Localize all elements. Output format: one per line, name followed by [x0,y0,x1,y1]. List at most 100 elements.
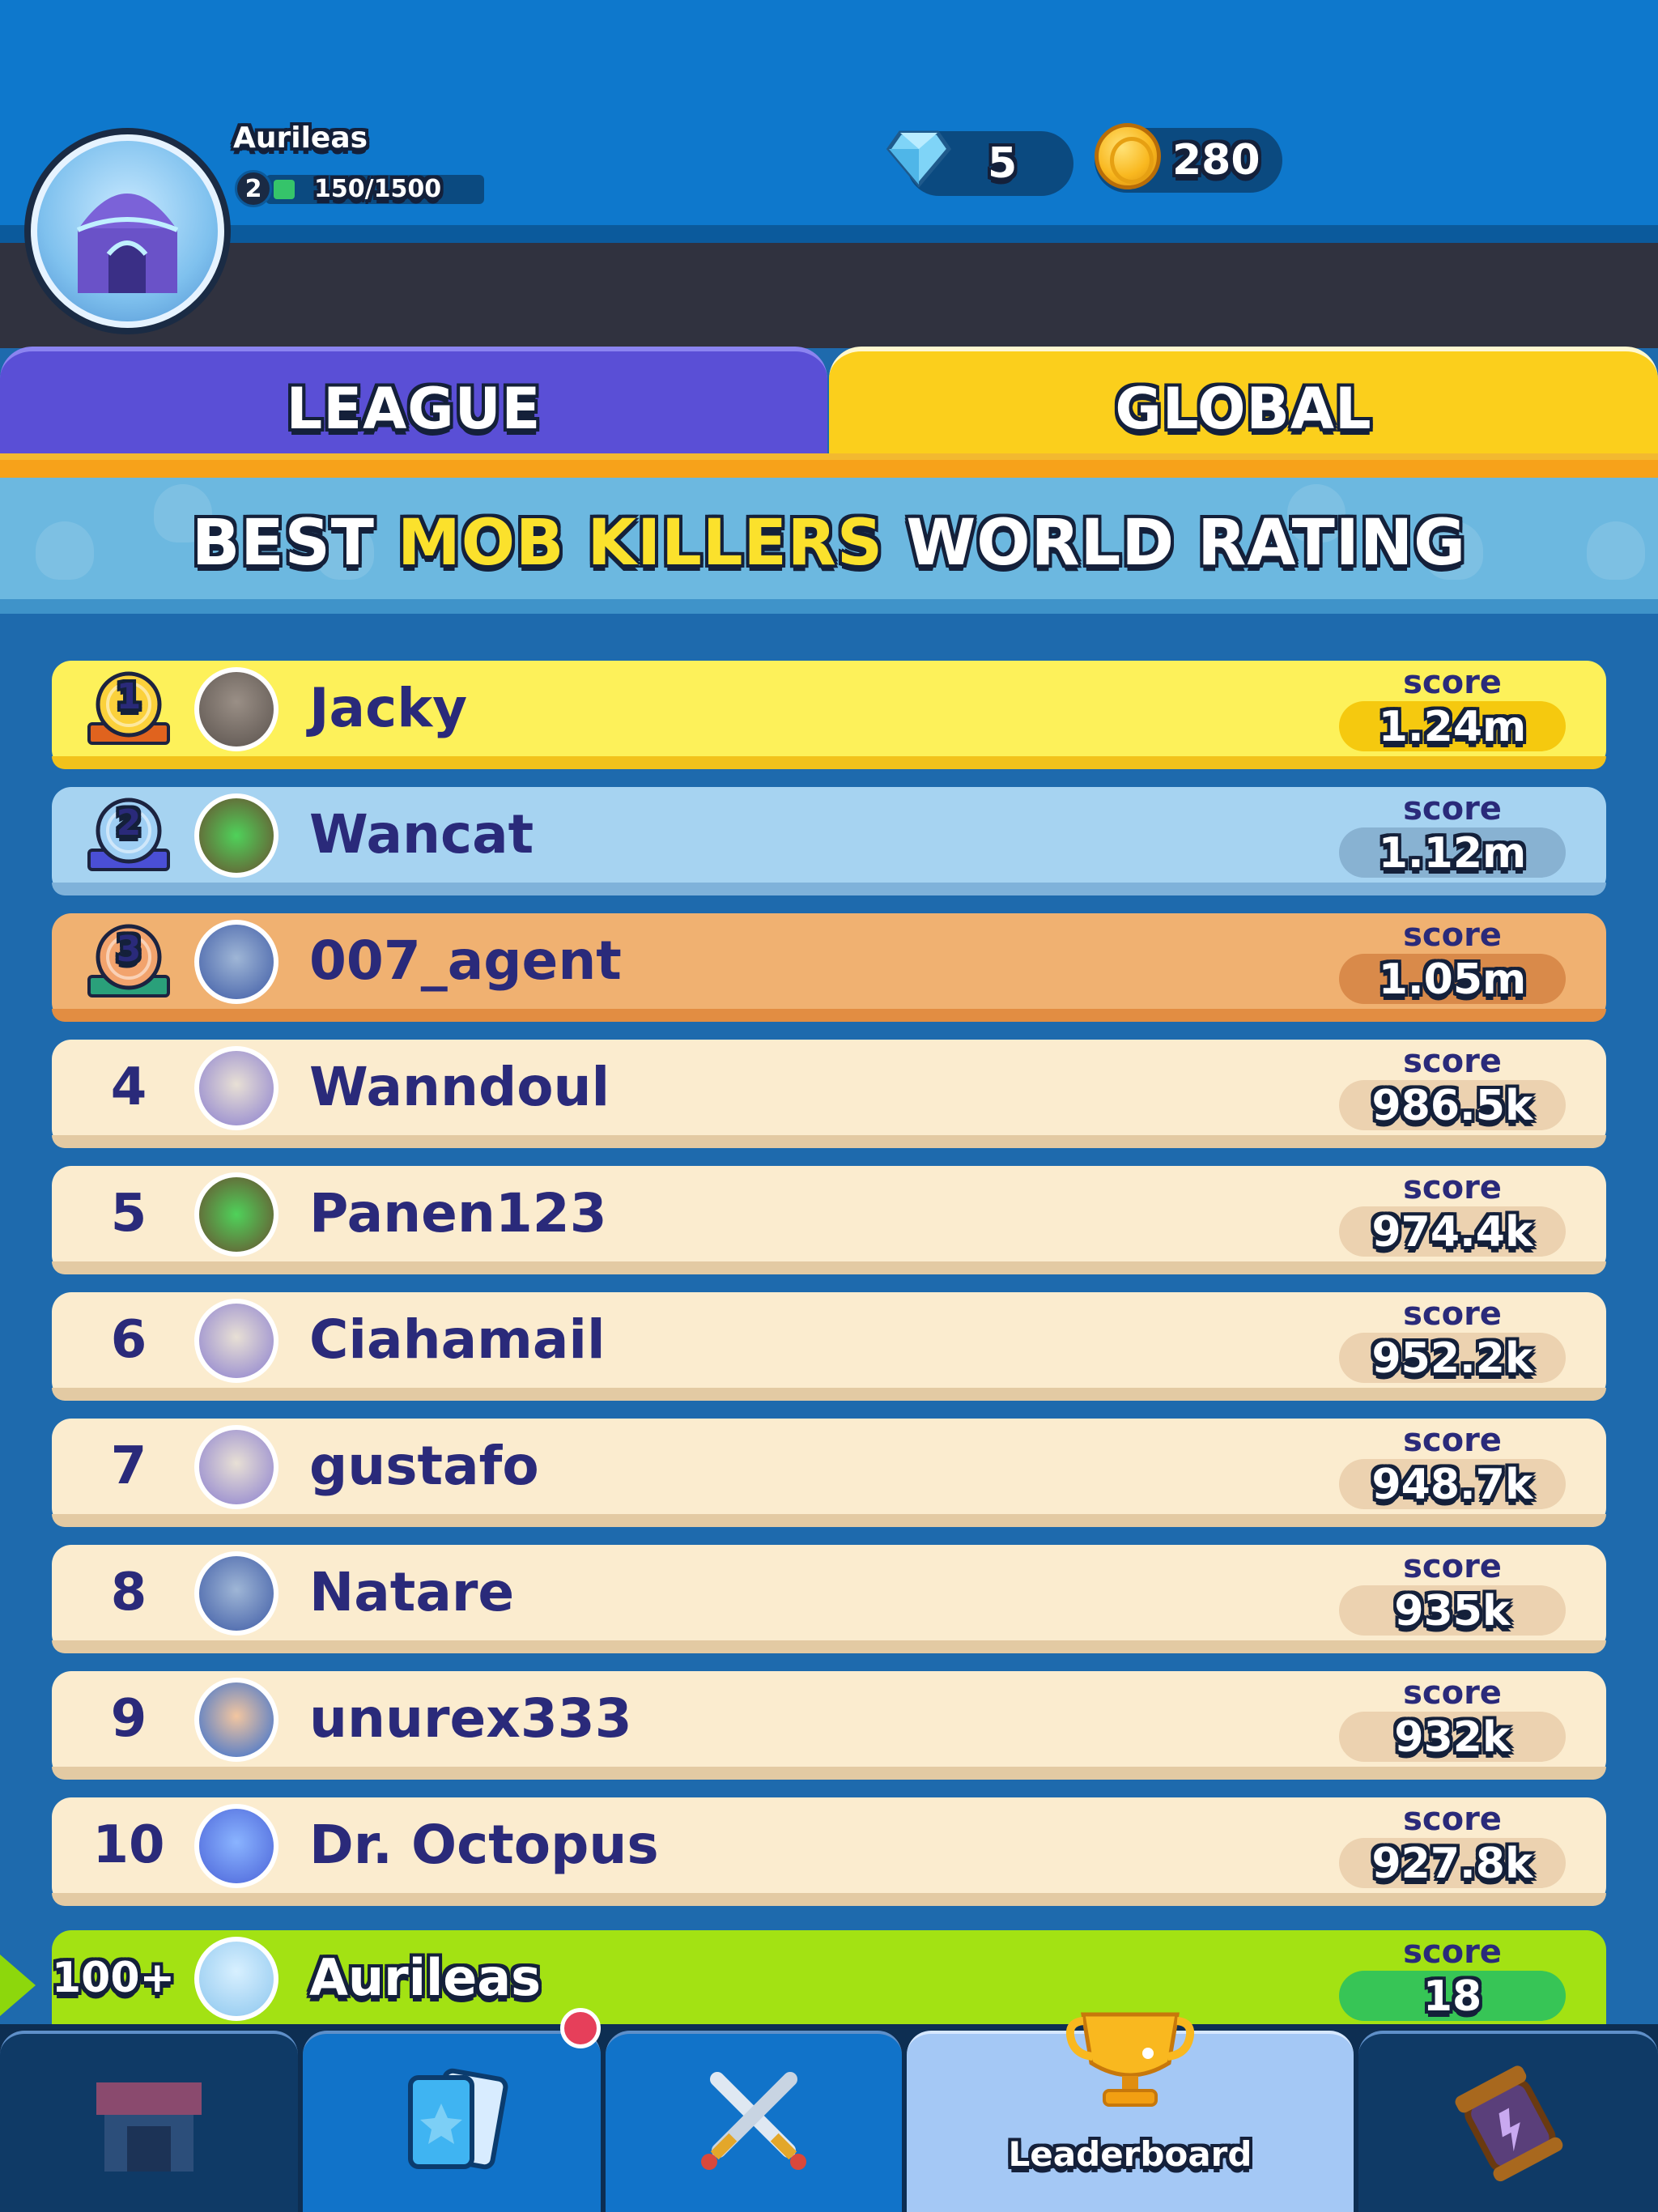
nav-chests[interactable] [1358,2031,1658,2212]
row-shadow [52,1640,1606,1653]
row-avatar [194,1804,278,1888]
player-avatar[interactable] [24,128,231,334]
row-player-name: Wancat [309,803,534,866]
leaderboard-row[interactable]: 7 gustafo score 948.7k [52,1419,1606,1527]
banner-divider [0,599,1658,614]
score-label: score [1403,664,1502,701]
score-label: score [1403,1422,1502,1459]
row-shadow [52,756,1606,769]
banner-title-highlight: MOB KILLERS [397,507,884,580]
current-player-name: Aurileas [309,1948,541,2007]
potion-jar-icon [1455,2065,1563,2182]
row-avatar [194,1172,278,1257]
leaderboard-row[interactable]: 2 Wancat score 1.12m [52,787,1606,895]
coin-count: 280 [1172,136,1261,185]
row-score: 1.24m [1378,703,1527,751]
score-label: score [1403,917,1502,954]
row-rank: 2 [116,802,142,844]
cards-icon [408,2068,508,2170]
score-pill: 986.5k [1339,1080,1566,1130]
score-pill: 932k [1339,1712,1566,1762]
score-pill: 1.12m [1339,827,1566,878]
score-pill: 948.7k [1339,1459,1566,1509]
row-avatar [194,1551,278,1636]
scientist-avatar-icon [199,1430,274,1504]
xp-text: 150/1500 [314,175,442,203]
row-rank: 4 [110,1057,147,1117]
score-label: score [1403,1169,1502,1206]
leaderboard-row[interactable]: 3 007_agent score 1.05m [52,913,1606,1022]
score-pill: 952.2k [1339,1333,1566,1383]
knight-avatar-icon [199,925,274,999]
coin-icon [1095,123,1161,189]
current-player-avatar [194,1937,278,2021]
current-player-row[interactable]: 100+ Aurileas score 18 [52,1930,1606,2039]
row-player-name: Jacky [309,677,468,739]
tab-league[interactable]: LEAGUE [0,347,827,465]
nav-battle[interactable] [606,2031,902,2212]
row-score: 1.12m [1378,829,1527,878]
crossed-swords-icon [701,2072,806,2170]
score-pill: 927.8k [1339,1838,1566,1888]
row-shadow [52,1388,1606,1401]
banner-title-part2: WORLD RATING [906,507,1467,580]
row-score: 986.5k [1371,1082,1533,1130]
tent-avatar-icon [199,1942,274,2016]
header-strip [0,225,1658,243]
chameleon-avatar-icon [199,1177,274,1252]
banner-title-part1: BEST [191,507,375,580]
octopus-avatar-icon [199,1809,274,1883]
tab-global[interactable]: GLOBAL [829,347,1658,465]
row-score: 974.4k [1371,1208,1533,1257]
score-label: score [1403,790,1502,827]
tab-league-label: LEAGUE [286,376,542,442]
row-score: 935k [1394,1587,1511,1636]
leaderboard-row[interactable]: 10 Dr. Octopus score 927.8k [52,1797,1606,1906]
leaderboard-row[interactable]: 5 Panen123 score 974.4k [52,1166,1606,1274]
nav-leaderboard-label: Leaderboard [1008,2134,1252,2174]
player-name: Aurileas [233,121,368,155]
banner-title: BEST MOB KILLERS WORLD RATING [0,507,1658,580]
tab-underline [0,453,1658,478]
row-rank: 1 [116,676,142,717]
row-score: 932k [1394,1713,1511,1762]
row-player-name: 007_agent [309,929,622,992]
score-label: score [1403,1295,1502,1333]
current-player-arrow-icon [0,1955,36,2016]
row-player-name: Wanndoul [309,1056,610,1118]
score-pill: 974.4k [1339,1206,1566,1257]
leaderboard-row[interactable]: 8 Natare score 935k [52,1545,1606,1653]
row-score: 927.8k [1371,1840,1533,1888]
level-badge: 2 [235,170,272,207]
row-shadow [52,1009,1606,1022]
current-player-rank: 100+ [52,1954,176,2002]
row-rank: 7 [110,1436,147,1496]
row-shadow [52,1767,1606,1780]
xp-progress-fill [274,180,295,199]
notification-dot [560,2008,601,2048]
current-player-score: 18 [1422,1972,1482,2021]
row-shadow [52,1261,1606,1274]
leaderboard-row[interactable]: 9 unurex333 score 932k [52,1671,1606,1780]
leaderboard-row[interactable]: 6 Ciahamail score 952.2k [52,1292,1606,1401]
leaderboard-row[interactable]: 1 Jacky score 1.24m [52,661,1606,769]
nav-cards[interactable] [303,2031,601,2212]
gem-count: 5 [988,139,1018,188]
score-pill: 18 [1339,1971,1566,2021]
row-score: 948.7k [1371,1461,1533,1509]
row-avatar [194,920,278,1004]
leaderboard-row[interactable]: 4 Wanndoul score 986.5k [52,1040,1606,1148]
diamond-icon [886,130,952,188]
row-shadow [52,1135,1606,1148]
tower-avatar-icon [199,672,274,747]
header-dark-band [0,243,1658,348]
score-pill: 935k [1339,1585,1566,1636]
shop-icon [96,2082,202,2172]
score-label: score [1403,1548,1502,1585]
score-pill: 1.24m [1339,701,1566,751]
row-rank: 8 [110,1563,147,1623]
tab-global-label: GLOBAL [1115,376,1372,442]
row-avatar [194,793,278,878]
knight-avatar-icon [199,1556,274,1631]
nav-shop[interactable] [0,2031,298,2212]
